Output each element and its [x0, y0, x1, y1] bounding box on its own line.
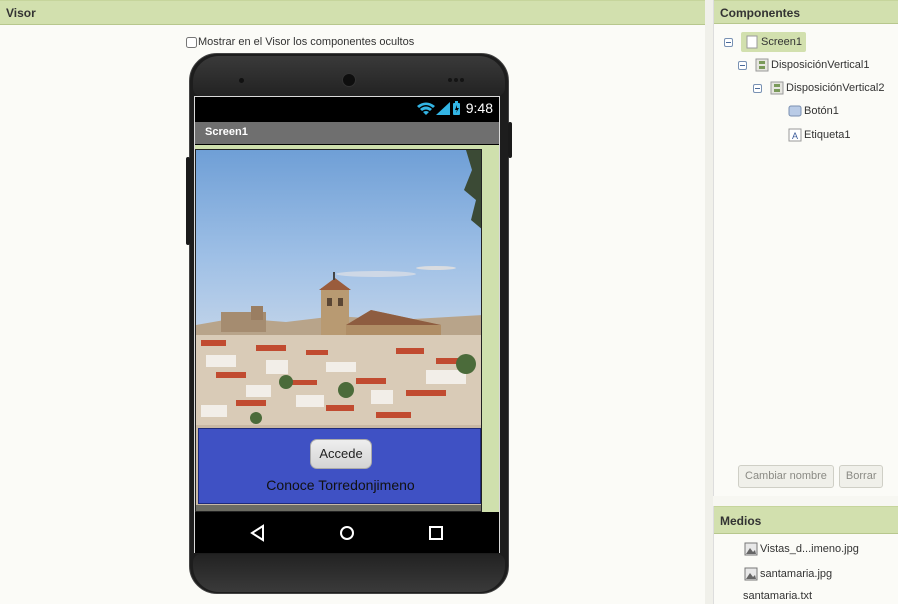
volume-button: [186, 157, 190, 245]
media-label: Vistas_d...imeno.jpg: [760, 543, 859, 555]
image-icon: [744, 567, 758, 581]
photo-bottom-strip: [196, 505, 481, 511]
status-time: 9:48: [465, 100, 493, 116]
rename-button[interactable]: Cambiar nombre: [738, 465, 834, 488]
viewer-header: Visor: [0, 0, 705, 25]
town-photo: Accede Conoce Torredonjimeno: [195, 149, 482, 512]
label-icon: A: [788, 128, 802, 142]
tree-item-vertical1[interactable]: DisposiciónVertical1: [738, 58, 869, 72]
signal-icon: [436, 102, 450, 115]
image-icon: [744, 542, 758, 556]
show-hidden-components-toggle[interactable]: Mostrar en el Visor los componentes ocul…: [186, 36, 414, 48]
phone-bottom-bezel: [193, 554, 505, 592]
wifi-icon: [417, 102, 435, 115]
app-title-bar: Screen1: [195, 122, 499, 144]
back-icon[interactable]: [248, 523, 268, 543]
tree-item-vertical2[interactable]: DisposiciónVertical2: [753, 81, 884, 95]
battery-icon: [453, 101, 460, 115]
collapse-toggle-icon[interactable]: [738, 60, 747, 70]
tree-item-screen1[interactable]: Screen1: [724, 32, 806, 52]
svg-text:A: A: [792, 131, 798, 141]
navigation-bar: [195, 513, 499, 553]
tree-item-label1[interactable]: A Etiqueta1: [788, 128, 850, 142]
components-header: Componentes: [714, 0, 898, 24]
media-label: santamaria.txt: [743, 590, 813, 602]
media-label: santamaria.jpg: [760, 568, 833, 580]
tree-selected-item[interactable]: Screen1: [741, 32, 806, 52]
status-icons: [417, 101, 460, 115]
panel-divider: [705, 0, 713, 604]
status-bar: 9:48: [195, 97, 499, 121]
vertical-arrangement-icon: [755, 58, 769, 72]
home-icon[interactable]: [337, 523, 357, 543]
tree-label: DisposiciónVertical1: [771, 59, 870, 71]
components-panel: Componentes Screen1 DisposiciónVertical1…: [713, 0, 898, 496]
collapse-toggle-icon[interactable]: [753, 83, 762, 93]
phone-screen[interactable]: 9:48 Screen1 Accede Conoce Torredonjimen…: [194, 96, 500, 553]
tree-label: DisposiciónVertical2: [786, 82, 885, 94]
tree-label: Screen1: [761, 36, 802, 48]
media-panel: Medios Vistas_d...imeno.jpg santamaria.j…: [713, 506, 898, 604]
show-hidden-label: Mostrar en el Visor los componentes ocul…: [198, 36, 415, 48]
screen-content: Accede Conoce Torredonjimeno: [195, 145, 499, 512]
vertical-arrangement-icon: [770, 81, 784, 95]
button-icon: [788, 105, 802, 117]
accede-button[interactable]: Accede: [310, 439, 372, 469]
sensor-dots: [448, 78, 464, 82]
collapse-toggle-icon[interactable]: [724, 37, 733, 47]
tree-label: Botón1: [804, 105, 839, 117]
screen-icon: [746, 35, 758, 49]
show-hidden-checkbox[interactable]: [186, 36, 197, 48]
front-camera: [342, 73, 356, 87]
media-item[interactable]: santamaria.txt: [743, 590, 812, 602]
power-button: [508, 122, 512, 158]
tree-item-button1[interactable]: Botón1: [788, 104, 839, 118]
media-header: Medios: [714, 506, 898, 534]
media-item[interactable]: santamaria.jpg: [744, 567, 832, 581]
viewer-panel: Visor Mostrar en el Visor los componente…: [0, 0, 705, 604]
town-label: Conoce Torredonjimeno: [266, 477, 415, 493]
vertical-arrangement-2: Accede Conoce Torredonjimeno: [198, 428, 481, 504]
delete-button[interactable]: Borrar: [838, 465, 884, 488]
component-actions: Cambiar nombre Borrar: [738, 465, 884, 488]
camera-sensor: [239, 78, 244, 83]
recents-icon[interactable]: [426, 523, 446, 543]
tree-label: Etiqueta1: [804, 129, 851, 141]
media-item[interactable]: Vistas_d...imeno.jpg: [744, 542, 859, 556]
